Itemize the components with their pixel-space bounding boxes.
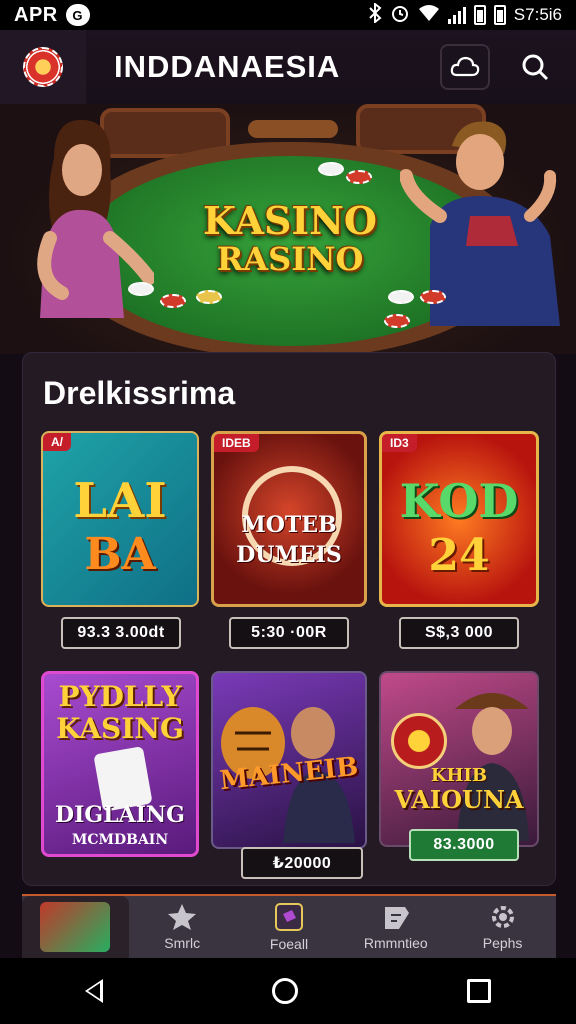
system-nav-bar [0,958,576,1024]
tag-icon [384,907,409,929]
nav-label: Pephs [482,935,523,951]
cowboy-illustration [455,693,529,841]
star-icon [168,904,197,930]
recents-icon[interactable] [467,979,492,1003]
bluetooth-icon [368,1,382,28]
chip-stack [346,170,372,184]
card-icon [274,903,303,931]
game-card-maineib[interactable]: MAINEIB [211,671,367,849]
signal-icon [447,6,466,24]
nav-label: Rmmntieo [363,935,428,951]
game-title-line2: VAIOUNA [394,785,524,814]
game-title-line1: KHIB [430,765,488,786]
game-card-kod-24[interactable]: ID3 KOD 24 [379,431,539,607]
casino-chip-icon [23,47,63,87]
game-price: 83.3000 [409,829,519,861]
battery-icon [473,5,486,25]
nav-item-smrlc[interactable]: Smrlc [129,896,236,958]
hero-banner[interactable]: KASINO RASINO [0,104,576,354]
game-title-line1: PYDLLY [58,680,182,713]
search-button[interactable] [510,44,560,90]
chip-stack [128,282,154,296]
table-rail [248,120,338,138]
nav-item-foeall[interactable]: Foeall [236,896,343,958]
game-price: 93.3 3.00dt [61,617,181,649]
home-icon[interactable] [271,978,298,1004]
chip-stack [384,314,410,328]
search-icon [522,54,549,81]
status-left: APR G [14,4,90,27]
games-section: Drelkissrima A/ LAI BA IDEB MOTEB DUMEIS… [22,352,556,886]
game-title-line2: DUMEIS [236,542,342,568]
game-price: 5:30 ·00R [229,617,349,649]
app-logo[interactable] [0,30,86,104]
game-title-line2: BA [84,529,156,580]
game-title-line3: DIGLAING [55,802,185,828]
status-carrier: APR [14,3,58,26]
hero-title-line1: KASINO [202,198,378,243]
game-price: S$,3 000 [399,617,519,649]
hero-title: KASINO RASINO [190,198,390,279]
casino-avatar-thumb [40,902,111,952]
game-card-pydlly-kasing[interactable]: PYDLLY KASING DIGLAING MCMDBAIN [41,671,199,857]
hero-title-line2: RASINO [216,240,364,278]
game-price: ₺20000 [241,847,363,879]
game-tag: IDEB [214,434,259,452]
game-tag: ID3 [382,434,417,452]
roulette-wheel-icon [391,713,447,769]
status-time: S7:5i6 [513,5,562,24]
game-card-lai-ba[interactable]: A/ LAI BA [41,431,199,607]
settings-icon [491,906,514,928]
wifi-icon [418,4,440,27]
game-tag: A/ [43,433,71,451]
game-title-line1: KOD [399,474,519,528]
battery-icon-2 [493,5,506,25]
alarm-icon [390,3,410,28]
notification-icon: G [65,4,90,26]
nav-item-pephs[interactable]: Pephs [449,896,556,958]
chip-stack [388,290,414,304]
bottom-nav: Smrlc Foeall Rmmntieo Pephs [22,894,556,958]
nav-label: Foeall [269,936,309,952]
chip-stack [318,162,344,176]
app-title: INDDANAESIA [114,49,341,84]
game-title-line1: MOTEB [241,512,337,538]
chip-stack [196,290,222,304]
cloud-button[interactable] [440,44,490,90]
status-right: S7:5i6 [368,1,562,28]
section-title: Drelkissrima [43,375,236,411]
screen: APR G S7:5i6 INDDANAESIA KASINO RASINO D… [0,0,576,1024]
game-title-line2: 24 [428,530,490,581]
nav-item-rmmntieo[interactable]: Rmmntieo [342,896,449,958]
back-icon[interactable] [84,979,103,1003]
game-title-line2: KASING [56,712,184,745]
game-card-motc-dumeis[interactable]: IDEB MOTEB DUMEIS [211,431,367,607]
game-title-line4: MCMDBAIN [71,832,169,848]
status-bar: APR G S7:5i6 [0,0,576,30]
cloud-icon [450,56,480,77]
game-card-khib-vaiouna[interactable]: KHIB VAIOUNA [379,671,539,847]
chip-stack [420,290,446,304]
chip-stack [160,294,186,308]
game-title-line1: LAI [73,473,167,529]
nav-item-home[interactable] [22,896,129,958]
app-header: INDDANAESIA [0,30,576,104]
nav-label: Smrlc [164,935,201,951]
